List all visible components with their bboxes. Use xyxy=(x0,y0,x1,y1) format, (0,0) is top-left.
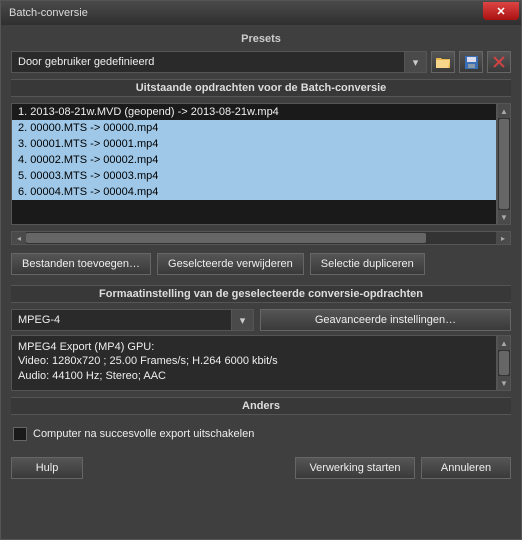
duplicate-selection-button[interactable]: Selectie dupliceren xyxy=(310,253,425,275)
add-files-button[interactable]: Bestanden toevoegen… xyxy=(11,253,151,275)
queue-list[interactable]: 1. 2013-08-21w.MVD (geopend) -> 2013-08-… xyxy=(11,103,497,225)
save-preset-button[interactable] xyxy=(459,51,483,73)
footer-spacer xyxy=(89,457,289,479)
queue-hscrollbar[interactable]: ◂ ▸ xyxy=(11,231,511,245)
chevron-down-icon: ▾ xyxy=(231,310,253,330)
shutdown-label: Computer na succesvolle export uitschake… xyxy=(33,428,254,440)
shutdown-checkbox[interactable] xyxy=(13,427,27,441)
hscroll-track[interactable] xyxy=(26,232,496,244)
info-vscrollbar[interactable]: ▲ ▼ xyxy=(497,335,511,391)
queue-item[interactable]: 3. 00001.MTS -> 00001.mp4 xyxy=(12,136,496,152)
queue-item[interactable]: 4. 00002.MTS -> 00002.mp4 xyxy=(12,152,496,168)
scroll-up-icon[interactable]: ▲ xyxy=(498,336,510,350)
hscroll-thumb[interactable] xyxy=(26,233,426,243)
queue-item[interactable]: 1. 2013-08-21w.MVD (geopend) -> 2013-08-… xyxy=(12,104,496,120)
queue-item[interactable]: 2. 00000.MTS -> 00000.mp4 xyxy=(12,120,496,136)
advanced-settings-button[interactable]: Geavanceerde instellingen… xyxy=(260,309,511,331)
scroll-right-icon[interactable]: ▸ xyxy=(496,232,510,244)
shutdown-row[interactable]: Computer na succesvolle export uitschake… xyxy=(11,421,511,447)
queue-item[interactable]: 5. 00003.MTS -> 00003.mp4 xyxy=(12,168,496,184)
scroll-up-icon[interactable]: ▲ xyxy=(498,104,510,118)
format-info-container: MPEG4 Export (MP4) GPU: Video: 1280x720 … xyxy=(11,335,511,391)
scroll-thumb[interactable] xyxy=(499,351,509,375)
titlebar: Batch-conversie ✕ xyxy=(1,1,521,25)
help-button[interactable]: Hulp xyxy=(11,457,83,479)
close-button[interactable]: ✕ xyxy=(483,2,519,20)
queue-title: Uitstaande opdrachten voor de Batch-conv… xyxy=(11,79,511,97)
format-row: MPEG-4 ▾ Geavanceerde instellingen… xyxy=(11,309,511,331)
format-combobox[interactable]: MPEG-4 ▾ xyxy=(11,309,254,331)
open-preset-button[interactable] xyxy=(431,51,455,73)
queue-item[interactable]: 6. 00004.MTS -> 00004.mp4 xyxy=(12,184,496,200)
format-title: Formaatinstelling van de geselecteerde c… xyxy=(11,285,511,303)
save-icon xyxy=(465,56,478,69)
scroll-down-icon[interactable]: ▼ xyxy=(498,376,510,390)
dialog-content: Presets Door gebruiker gedefinieerd ▾ Ui… xyxy=(1,25,521,539)
dialog-window: Batch-conversie ✕ Presets Door gebruiker… xyxy=(0,0,522,540)
other-title: Anders xyxy=(11,397,511,415)
close-icon: ✕ xyxy=(496,5,505,18)
queue-vscrollbar[interactable]: ▲ ▼ xyxy=(497,103,511,225)
presets-combobox[interactable]: Door gebruiker gedefinieerd ▾ xyxy=(11,51,427,73)
remove-selected-button[interactable]: Geselcteerde verwijderen xyxy=(157,253,304,275)
queue-buttons: Bestanden toevoegen… Geselcteerde verwij… xyxy=(11,253,511,275)
window-title: Batch-conversie xyxy=(9,7,88,19)
chevron-down-icon: ▾ xyxy=(404,52,426,72)
presets-selected: Door gebruiker gedefinieerd xyxy=(18,56,154,68)
start-button[interactable]: Verwerking starten xyxy=(295,457,415,479)
scroll-thumb[interactable] xyxy=(499,119,509,209)
presets-title: Presets xyxy=(11,31,511,47)
format-info: MPEG4 Export (MP4) GPU: Video: 1280x720 … xyxy=(11,335,497,391)
delete-icon xyxy=(493,56,505,68)
delete-preset-button[interactable] xyxy=(487,51,511,73)
cancel-button[interactable]: Annuleren xyxy=(421,457,511,479)
queue-container: 1. 2013-08-21w.MVD (geopend) -> 2013-08-… xyxy=(11,103,511,225)
presets-row: Door gebruiker gedefinieerd ▾ xyxy=(11,51,511,73)
format-selected: MPEG-4 xyxy=(18,314,60,326)
scroll-down-icon[interactable]: ▼ xyxy=(498,210,510,224)
scroll-left-icon[interactable]: ◂ xyxy=(12,232,26,244)
folder-icon xyxy=(436,56,450,68)
footer: Hulp Verwerking starten Annuleren xyxy=(11,457,511,479)
